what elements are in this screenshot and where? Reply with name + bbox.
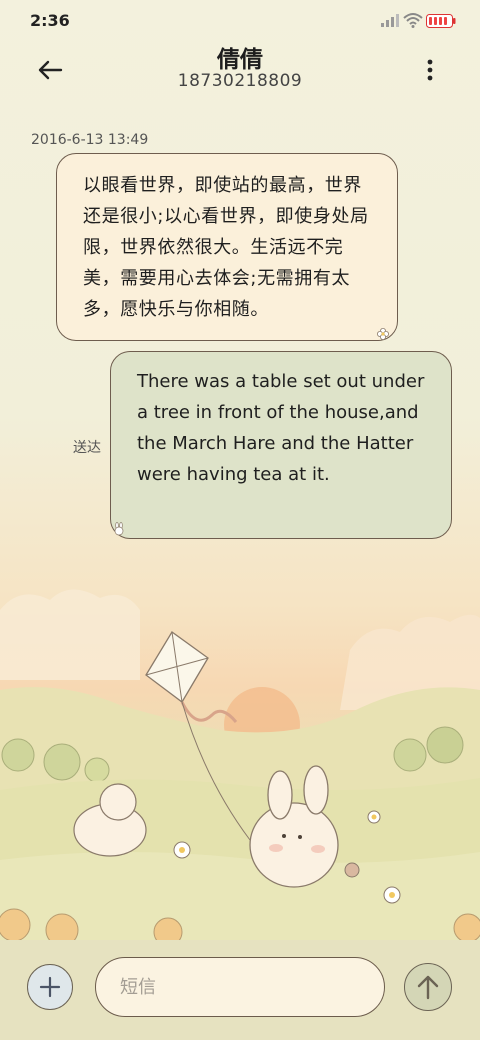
- sent-message-bubble[interactable]: There was a table set out under a tree i…: [110, 351, 452, 539]
- back-button[interactable]: [28, 50, 72, 90]
- sent-message-text: There was a table set out under a tree i…: [137, 371, 425, 485]
- arrow-up-icon: [417, 975, 439, 1000]
- plus-icon: [39, 976, 61, 998]
- flower-icon: [377, 328, 389, 340]
- arrow-left-icon: [38, 60, 63, 80]
- received-message-text: 以眼看世界，即使站的最高，世界还是很小;以心看世界，即使身处局限，世界依然很大。…: [83, 175, 369, 320]
- wallpaper-scenery: [0, 589, 480, 940]
- add-attachment-button[interactable]: [27, 964, 73, 1010]
- message-timestamp: 2016-6-13 13:49: [31, 132, 149, 148]
- more-options-button[interactable]: [414, 52, 446, 88]
- more-vertical-icon: [427, 59, 433, 81]
- battery-icon: [426, 14, 456, 28]
- send-button[interactable]: [404, 963, 452, 1011]
- bunny-sticker-icon: [114, 522, 124, 536]
- contact-number: 18730218809: [177, 71, 303, 91]
- signal-icon: [381, 14, 399, 27]
- status-bar: 2:36: [0, 0, 480, 44]
- received-message-bubble[interactable]: 以眼看世界，即使站的最高，世界还是很小;以心看世界，即使身处局限，世界依然很大。…: [56, 153, 398, 341]
- message-input[interactable]: [95, 957, 385, 1017]
- contact-name: 倩倩: [217, 47, 263, 73]
- delivery-status: 送达: [73, 440, 101, 456]
- wifi-icon: [403, 13, 423, 28]
- status-time: 2:36: [30, 11, 70, 30]
